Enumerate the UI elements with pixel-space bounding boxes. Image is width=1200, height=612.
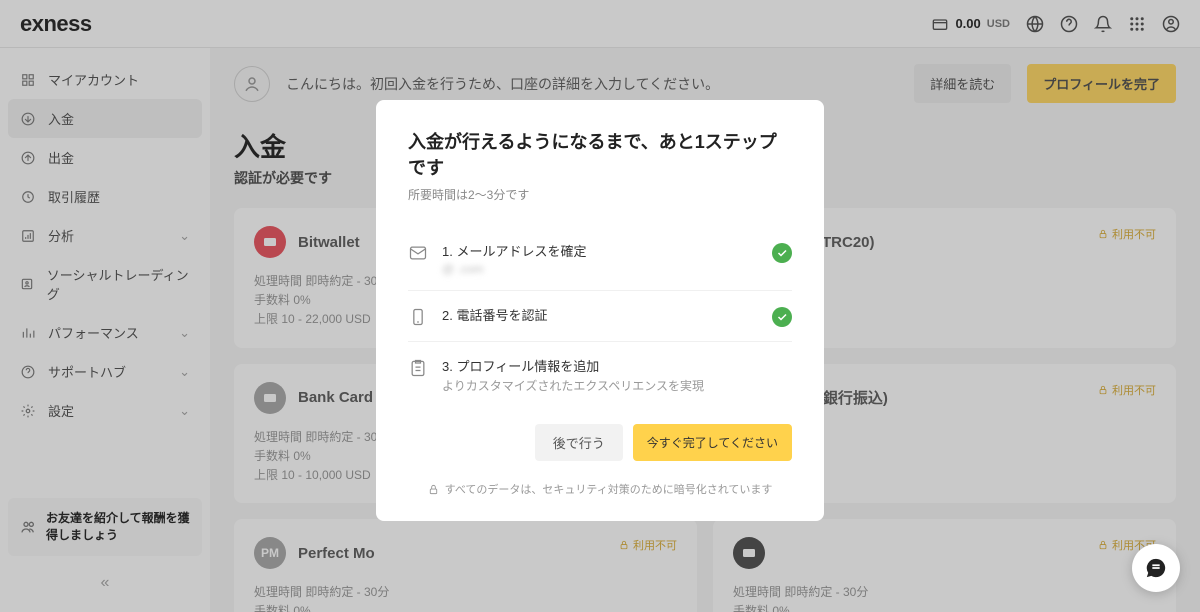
later-button[interactable]: 後で行う: [535, 424, 623, 461]
footer-text: すべてのデータは、セキュリティ対策のために暗号化されています: [445, 481, 773, 497]
step-desc: @ .com: [442, 262, 758, 276]
modal-overlay: 入金が行えるようになるまで、あと1ステップです 所要時間は2〜3分です 1. メ…: [0, 0, 1200, 612]
modal-actions: 後で行う 今すぐ完了してください: [408, 424, 792, 461]
step-icon: [408, 243, 428, 263]
step-label: 1. メールアドレスを確定: [442, 241, 758, 260]
step-desc: よりカスタマイズされたエクスペリエンスを実現: [442, 377, 792, 394]
modal-title: 入金が行えるようになるまで、あと1ステップです: [408, 128, 792, 180]
step-label: 2. 電話番号を認証: [442, 305, 758, 324]
step-icon: [408, 307, 428, 327]
step-icon: [408, 358, 428, 378]
onboarding-modal: 入金が行えるようになるまで、あと1ステップです 所要時間は2〜3分です 1. メ…: [376, 100, 824, 521]
step-label: 3. プロフィール情報を追加: [442, 356, 792, 375]
modal-subtitle: 所要時間は2〜3分です: [408, 186, 792, 203]
onboarding-step: 2. 電話番号を認証: [408, 291, 792, 342]
onboarding-step: 1. メールアドレスを確定 @ .com: [408, 227, 792, 291]
onboarding-step: 3. プロフィール情報を追加 よりカスタマイズされたエクスペリエンスを実現: [408, 342, 792, 408]
check-icon: [772, 307, 792, 327]
modal-footer: すべてのデータは、セキュリティ対策のために暗号化されています: [408, 481, 792, 497]
chat-button[interactable]: [1132, 544, 1180, 592]
complete-now-button[interactable]: 今すぐ完了してください: [633, 424, 792, 461]
lock-icon: [428, 484, 439, 495]
check-icon: [772, 243, 792, 263]
